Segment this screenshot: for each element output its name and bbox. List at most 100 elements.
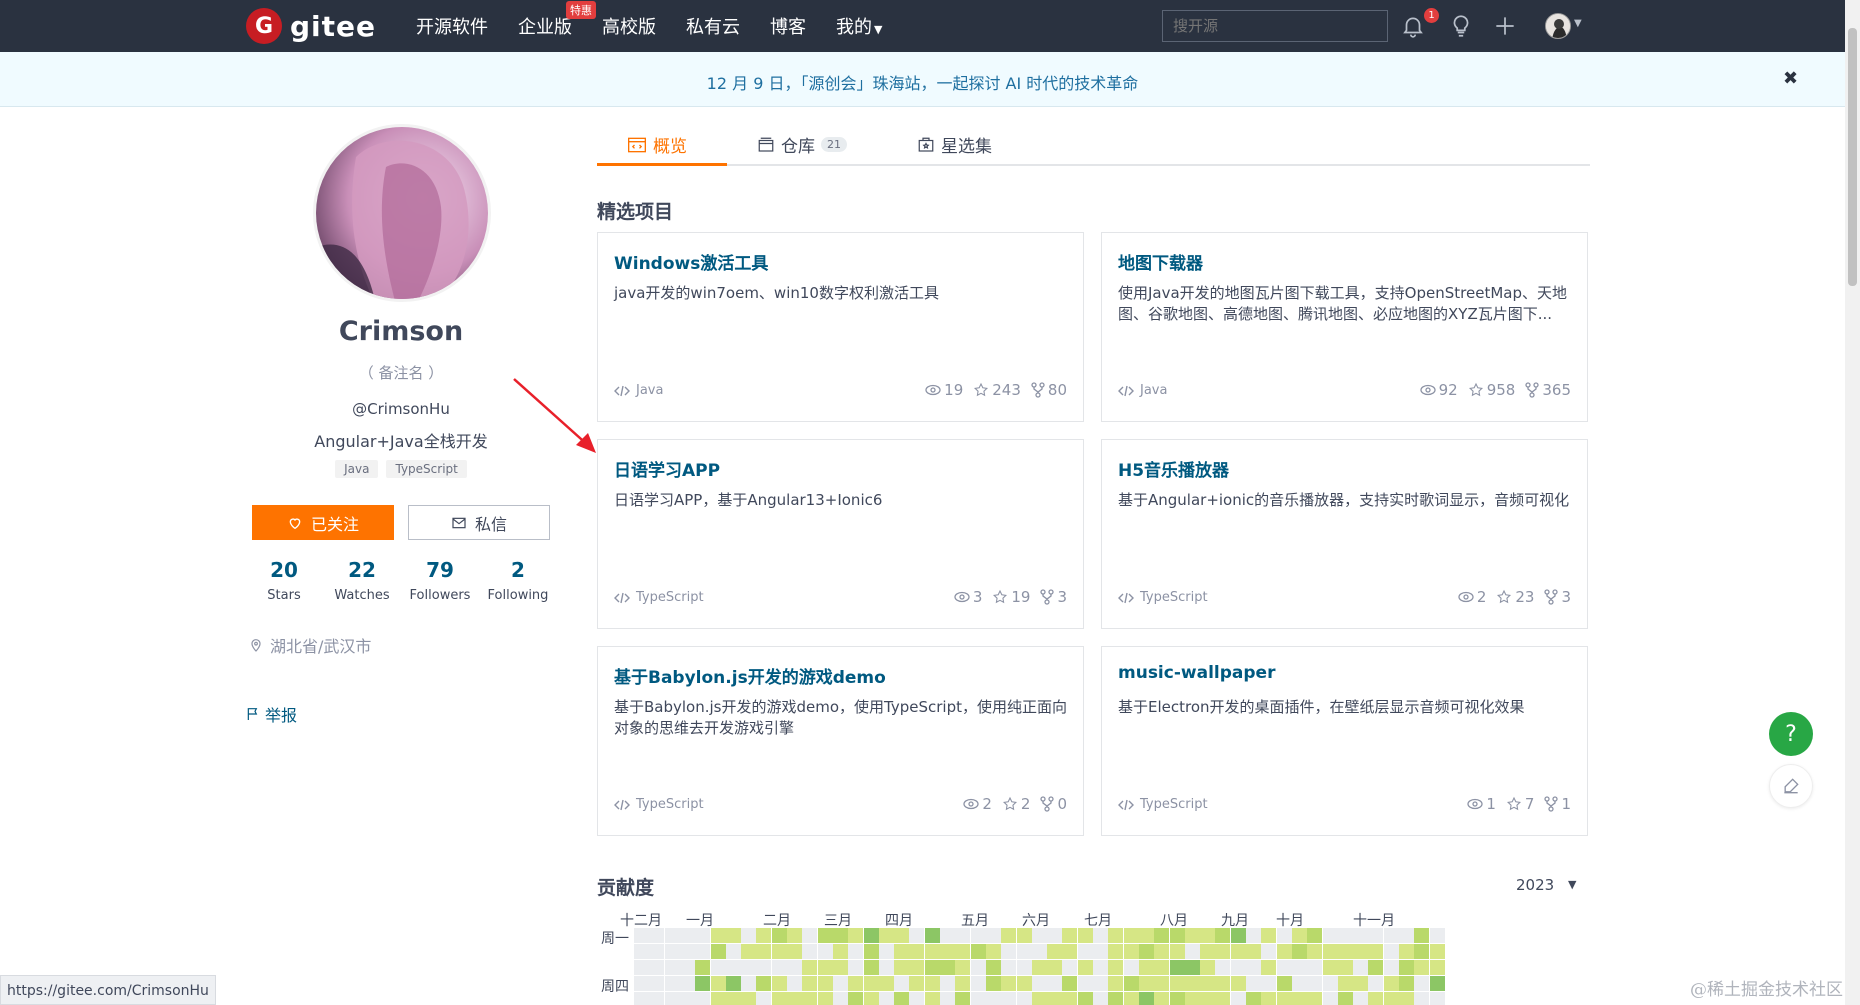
contribution-cell[interactable] bbox=[848, 960, 864, 975]
fork-count[interactable]: 1 bbox=[1544, 795, 1571, 813]
contribution-cell[interactable] bbox=[1215, 976, 1231, 991]
contribution-cell[interactable] bbox=[1108, 928, 1124, 943]
banner-link[interactable]: 12 月 9 日，「源创会」珠海站，一起探讨 AI 时代的技术革命 bbox=[0, 70, 1845, 94]
contribution-cell[interactable] bbox=[894, 928, 910, 943]
feedback-button[interactable] bbox=[1769, 764, 1813, 808]
contribution-cell[interactable] bbox=[863, 944, 879, 959]
contribution-cell[interactable] bbox=[1246, 992, 1261, 1005]
contribution-cell[interactable] bbox=[1031, 944, 1047, 959]
contribution-cell[interactable] bbox=[1108, 976, 1124, 991]
project-title[interactable]: Windows激活工具 bbox=[614, 249, 768, 274]
contribution-cell[interactable] bbox=[1062, 992, 1078, 1005]
contribution-cell[interactable] bbox=[1031, 928, 1047, 943]
contribution-cell[interactable] bbox=[1261, 944, 1277, 959]
contribution-cell[interactable] bbox=[679, 992, 695, 1005]
contribution-cell[interactable] bbox=[1307, 992, 1323, 1005]
contribution-cell[interactable] bbox=[695, 928, 711, 943]
contribution-cell[interactable] bbox=[634, 992, 649, 1005]
contribution-cell[interactable] bbox=[1001, 928, 1017, 943]
contribution-cell[interactable] bbox=[955, 976, 971, 991]
project-title[interactable]: 日语学习APP bbox=[614, 456, 720, 481]
nav-item-private-cloud[interactable]: 私有云 bbox=[686, 13, 740, 39]
contribution-cell[interactable] bbox=[940, 992, 955, 1005]
contribution-cell[interactable] bbox=[787, 944, 802, 959]
contribution-cell[interactable] bbox=[1016, 976, 1032, 991]
watch-count[interactable]: 19 bbox=[925, 381, 963, 399]
contribution-cell[interactable] bbox=[1230, 992, 1246, 1005]
contribution-cell[interactable] bbox=[1108, 992, 1124, 1005]
contribution-cell[interactable] bbox=[1062, 928, 1078, 943]
fork-count[interactable]: 0 bbox=[1040, 795, 1067, 813]
contribution-cell[interactable] bbox=[756, 976, 772, 991]
contribution-cell[interactable] bbox=[1429, 976, 1445, 991]
contribution-cell[interactable] bbox=[1383, 976, 1399, 991]
contribution-cell[interactable] bbox=[817, 960, 833, 975]
contribution-cell[interactable] bbox=[1093, 944, 1108, 959]
gitee-logo[interactable]: G gitee bbox=[246, 8, 376, 44]
contribution-cell[interactable] bbox=[1368, 992, 1384, 1005]
contribution-cell[interactable] bbox=[771, 944, 787, 959]
contribution-cell[interactable] bbox=[1169, 960, 1185, 975]
contribution-cell[interactable] bbox=[1031, 976, 1047, 991]
search-input[interactable] bbox=[1162, 10, 1388, 42]
contribution-cell[interactable] bbox=[679, 928, 695, 943]
contribution-cell[interactable] bbox=[1429, 992, 1445, 1005]
stat-followers[interactable]: 79 Followers bbox=[401, 558, 479, 603]
stat-stars[interactable]: 20 Stars bbox=[245, 558, 323, 603]
contribution-cell[interactable] bbox=[1261, 992, 1277, 1005]
contribution-cell[interactable] bbox=[787, 976, 802, 991]
contribution-cell[interactable] bbox=[955, 960, 971, 975]
contribution-cell[interactable] bbox=[1093, 960, 1108, 975]
contribution-cell[interactable] bbox=[1154, 992, 1170, 1005]
contribution-cell[interactable] bbox=[1246, 976, 1261, 991]
contribution-cell[interactable] bbox=[1383, 944, 1399, 959]
contribution-cell[interactable] bbox=[710, 976, 726, 991]
help-button[interactable]: ? bbox=[1769, 712, 1813, 756]
contribution-cell[interactable] bbox=[1383, 992, 1399, 1005]
contribution-cell[interactable] bbox=[1383, 960, 1399, 975]
contribution-cell[interactable] bbox=[1169, 944, 1185, 959]
contribution-cell[interactable] bbox=[985, 976, 1001, 991]
contribution-cell[interactable] bbox=[664, 928, 680, 943]
contribution-cell[interactable] bbox=[1215, 960, 1231, 975]
contribution-cell[interactable] bbox=[634, 960, 649, 975]
project-title[interactable]: 地图下载器 bbox=[1118, 249, 1203, 274]
contribution-cell[interactable] bbox=[1383, 928, 1399, 943]
contribution-cell[interactable] bbox=[802, 992, 818, 1005]
contribution-cell[interactable] bbox=[1138, 944, 1154, 959]
stat-following[interactable]: 2 Following bbox=[479, 558, 557, 603]
star-count[interactable]: 19 bbox=[992, 588, 1030, 606]
nav-item-mine[interactable]: 我的 ▼ bbox=[836, 13, 882, 39]
contribution-cell[interactable] bbox=[802, 944, 818, 959]
contribution-cell[interactable] bbox=[1399, 976, 1414, 991]
contribution-cell[interactable] bbox=[924, 944, 940, 959]
contribution-cell[interactable] bbox=[741, 976, 757, 991]
contribution-cell[interactable] bbox=[1138, 960, 1154, 975]
contribution-cell[interactable] bbox=[940, 928, 955, 943]
contribution-cell[interactable] bbox=[924, 960, 940, 975]
project-card[interactable]: 日语学习APP 日语学习APP，基于Angular13+Ionic6 TypeScr… bbox=[597, 439, 1084, 629]
contribution-cell[interactable] bbox=[940, 944, 955, 959]
contribution-cell[interactable] bbox=[1123, 944, 1139, 959]
contribution-cell[interactable] bbox=[1322, 992, 1338, 1005]
tab-overview[interactable]: 概览 bbox=[627, 132, 687, 157]
contribution-cell[interactable] bbox=[817, 944, 833, 959]
project-card[interactable]: 基于Babylon.js开发的游戏demo 基于Babylon.js开发的游戏de… bbox=[597, 646, 1084, 836]
contribution-cell[interactable] bbox=[771, 976, 787, 991]
contribution-cell[interactable] bbox=[1001, 960, 1017, 975]
contribution-cell[interactable] bbox=[634, 976, 649, 991]
chevron-down-icon[interactable]: ▼ bbox=[1568, 878, 1576, 891]
contribution-cell[interactable] bbox=[1123, 960, 1139, 975]
contribution-cell[interactable] bbox=[1016, 992, 1032, 1005]
contribution-cell[interactable] bbox=[1016, 960, 1032, 975]
contribution-cell[interactable] bbox=[679, 944, 695, 959]
contribution-cell[interactable] bbox=[1016, 928, 1032, 943]
contribution-cell[interactable] bbox=[1307, 928, 1323, 943]
contribution-cell[interactable] bbox=[1184, 944, 1200, 959]
star-count[interactable]: 2 bbox=[1002, 795, 1030, 813]
contribution-cell[interactable] bbox=[1184, 928, 1200, 943]
contribution-cell[interactable] bbox=[878, 960, 894, 975]
contribution-cell[interactable] bbox=[1307, 944, 1323, 959]
tab-star-collections[interactable]: 星选集 bbox=[917, 132, 992, 157]
contribution-cell[interactable] bbox=[848, 928, 864, 943]
